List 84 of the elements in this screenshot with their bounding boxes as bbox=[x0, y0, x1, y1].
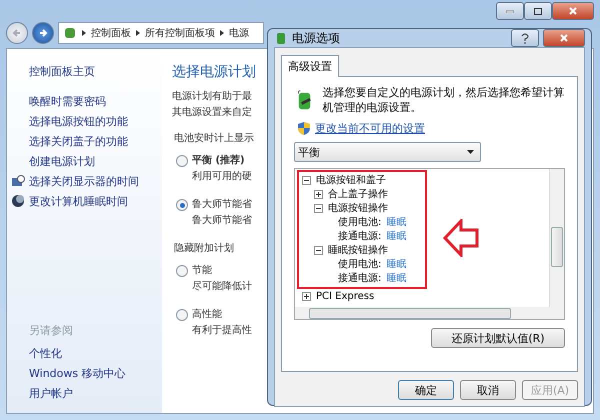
battery-icon bbox=[274, 31, 288, 45]
minimize-icon bbox=[506, 10, 514, 12]
breadcrumb-item[interactable]: 控制面板 bbox=[91, 26, 131, 40]
dialog-button[interactable]: 取消 bbox=[460, 380, 516, 400]
collapse-icon[interactable] bbox=[314, 204, 323, 212]
setting-value-link[interactable]: 睡眠 bbox=[386, 215, 406, 229]
sidebar-link[interactable]: 选择关闭盖子的功能 bbox=[7, 131, 162, 151]
dropdown-arrow-icon bbox=[467, 150, 474, 154]
back-button[interactable] bbox=[6, 22, 28, 44]
setting-label: 接通电源: bbox=[338, 230, 382, 243]
intro-text: 其电源设置来自定 bbox=[172, 106, 253, 120]
chevron-icon bbox=[220, 30, 224, 36]
plan-name: 平衡 (推荐) bbox=[192, 154, 246, 168]
setting-value-link[interactable]: 睡眠 bbox=[386, 229, 406, 243]
arrow-annotation-icon bbox=[443, 219, 479, 257]
plan-name: 鲁大师节能省 bbox=[192, 198, 252, 212]
sidebar-link[interactable]: 选择电源按钮的功能 bbox=[7, 111, 162, 131]
address-bar[interactable]: 控制面板 所有控制面板项 电源 bbox=[58, 22, 264, 44]
plan-name: 高性能 bbox=[192, 308, 223, 322]
forward-arrow-icon bbox=[38, 28, 48, 38]
change-settings-link[interactable]: 更改当前不可用的设置 bbox=[315, 121, 425, 136]
monitor-clock-icon bbox=[11, 174, 25, 188]
sidebar-link[interactable]: Windows 移动中心 bbox=[7, 363, 162, 383]
setting-value-link[interactable]: 睡眠 bbox=[386, 271, 406, 285]
shield-icon bbox=[298, 122, 310, 135]
dialog-description: 选择您要自定义的电源计划，然后选择您希望计算机管理的电源设置。 bbox=[322, 85, 565, 115]
back-arrow-icon bbox=[12, 28, 22, 38]
plan-name: 节能 bbox=[192, 264, 213, 278]
see-also-heading: 另请参阅 bbox=[28, 323, 74, 339]
maximize-button[interactable] bbox=[524, 2, 552, 20]
help-button[interactable] bbox=[511, 29, 539, 47]
tree-item[interactable]: 合上盖子操作 bbox=[328, 187, 388, 201]
restore-defaults-button[interactable]: 还原计划默认值(R) bbox=[431, 328, 565, 348]
breadcrumb-item[interactable]: 所有控制面板项 bbox=[145, 26, 215, 40]
plan-description: 有利于提高性 bbox=[192, 324, 252, 338]
page-title: 选择电源计划 bbox=[172, 63, 257, 81]
minimize-button[interactable] bbox=[496, 2, 524, 20]
sidebar-link[interactable]: 更改计算机睡眠时间 bbox=[7, 191, 162, 211]
sidebar-link[interactable]: 创建电源计划 bbox=[7, 151, 162, 171]
tree-item[interactable]: 电源按钮和盖子 bbox=[316, 173, 386, 187]
radio-button[interactable] bbox=[176, 309, 188, 321]
forward-button[interactable] bbox=[32, 22, 54, 44]
setting-label: 接通电源: bbox=[338, 272, 382, 285]
sidebar-link[interactable]: 唤醒时需要密码 bbox=[7, 91, 162, 111]
sidebar-link[interactable]: 用户帐户 bbox=[7, 383, 162, 403]
setting-label: 使用电池: bbox=[338, 258, 382, 271]
collapse-icon[interactable] bbox=[314, 246, 323, 254]
dialog-button[interactable]: 确定 bbox=[398, 380, 454, 400]
chevron-icon bbox=[82, 30, 86, 36]
section-label: 电池安时计上显示 bbox=[174, 132, 255, 145]
expand-icon[interactable] bbox=[302, 292, 311, 300]
section-label: 隐藏附加计划 bbox=[174, 242, 235, 255]
maximize-icon bbox=[534, 8, 542, 14]
breadcrumb-item[interactable]: 电源 bbox=[229, 26, 249, 40]
plan-dropdown[interactable]: 平衡 bbox=[294, 142, 481, 162]
sidebar-link[interactable]: 个性化 bbox=[7, 343, 162, 363]
setting-value-link[interactable]: 睡眠 bbox=[386, 257, 406, 271]
close-button[interactable] bbox=[543, 29, 585, 47]
radio-button[interactable] bbox=[176, 199, 188, 211]
expand-icon[interactable] bbox=[314, 190, 323, 198]
close-icon bbox=[560, 34, 568, 42]
tree-item[interactable]: 电源按钮操作 bbox=[328, 201, 388, 215]
close-button[interactable] bbox=[552, 2, 594, 20]
tree-item[interactable]: PCI Express bbox=[316, 290, 374, 302]
chevron-icon bbox=[136, 30, 140, 36]
horizontal-scrollbar[interactable] bbox=[295, 307, 550, 319]
plan-description: 利用可用的硬 bbox=[192, 170, 252, 184]
sidebar-link[interactable]: 控制面板主页 bbox=[7, 61, 162, 81]
plan-description: 鲁大师节能省 bbox=[192, 214, 252, 228]
dialog-title: 电源选项 bbox=[292, 30, 341, 46]
setting-label: 使用电池: bbox=[338, 216, 382, 229]
vertical-scrollbar[interactable] bbox=[549, 169, 564, 319]
moon-icon bbox=[11, 194, 25, 208]
radio-button[interactable] bbox=[176, 155, 188, 167]
control-panel-icon bbox=[63, 26, 77, 40]
tab[interactable]: 高级设置 bbox=[281, 55, 339, 77]
intro-text: 电源计划有助于最 bbox=[172, 90, 253, 104]
tree-item[interactable]: 睡眠按钮操作 bbox=[328, 243, 388, 257]
help-icon bbox=[521, 32, 529, 44]
sidebar-link[interactable]: 选择关闭显示器的时间 bbox=[7, 171, 162, 191]
collapse-icon[interactable] bbox=[302, 176, 311, 184]
plan-description: 尽可能降低计 bbox=[192, 280, 252, 294]
close-icon bbox=[569, 7, 577, 15]
radio-button[interactable] bbox=[176, 265, 188, 277]
